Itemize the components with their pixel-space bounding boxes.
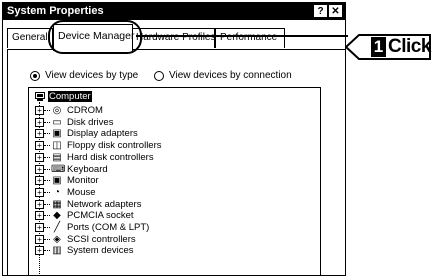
tree-item-label: Ports (COM & LPT) bbox=[67, 222, 150, 233]
tree-branch-line bbox=[44, 156, 50, 158]
tree-item-label: Keyboard bbox=[67, 163, 108, 175]
tree-branch-line bbox=[44, 215, 50, 217]
expand-icon[interactable]: + bbox=[35, 129, 44, 139]
device-manager-panel: View devices by type View devices by con… bbox=[7, 49, 345, 275]
window-title: System Properties bbox=[7, 5, 104, 17]
tab-hardware-profiles-label: Hardware Profiles bbox=[136, 32, 216, 43]
keyboard-icon: ⌨ bbox=[51, 163, 66, 175]
expand-icon[interactable]: + bbox=[35, 199, 44, 209]
help-button[interactable]: ? bbox=[314, 5, 327, 17]
tree-branch-line bbox=[44, 121, 50, 123]
tree-item-label: SCSI controllers bbox=[67, 233, 136, 245]
device-tree[interactable]: Computer + ◎ CDROM + ▭ Disk drives + ▣ Display a… bbox=[28, 87, 321, 275]
title-bar[interactable]: System Properties ? ✕ bbox=[3, 3, 345, 20]
expand-icon[interactable]: + bbox=[35, 106, 44, 115]
tree-item-label: CDROM bbox=[67, 105, 103, 116]
tab-performance[interactable]: Performance bbox=[215, 28, 285, 48]
radio-view-by-connection[interactable]: View devices by connection bbox=[154, 69, 292, 83]
tree-branch-line bbox=[44, 145, 50, 147]
disk-icon: ▭ bbox=[52, 116, 62, 128]
tree-item-label: Floppy disk controllers bbox=[67, 140, 162, 152]
tree-branch-line bbox=[44, 227, 50, 228]
tree-item-label: Mouse bbox=[67, 186, 96, 198]
tree-item-label: System devices bbox=[67, 245, 134, 257]
monitor-icon: ▣ bbox=[52, 128, 62, 140]
tab-performance-label: Performance bbox=[220, 32, 278, 43]
monitor-icon: ▣ bbox=[52, 175, 62, 187]
expand-icon[interactable]: + bbox=[35, 211, 44, 221]
tree-branch-line bbox=[44, 180, 50, 182]
computer-icon bbox=[35, 91, 45, 101]
callout-click-text: Click bbox=[388, 36, 431, 57]
expand-icon[interactable]: + bbox=[35, 152, 44, 162]
tab-general-label: General bbox=[12, 32, 48, 43]
expand-icon[interactable]: + bbox=[35, 246, 44, 256]
tree-branch-line bbox=[44, 168, 50, 170]
floppy-icon: ◫ bbox=[52, 140, 62, 152]
tree-item-label: Disk drives bbox=[67, 116, 114, 128]
tree-branch-line bbox=[44, 191, 50, 193]
tree-item-label: Hard disk controllers bbox=[67, 151, 154, 163]
expand-icon[interactable]: + bbox=[35, 141, 44, 151]
mouse-icon: ◔ bbox=[53, 186, 61, 198]
callout-click: 1 Click bbox=[346, 34, 432, 60]
callout-step-number: 1 bbox=[371, 37, 386, 57]
expand-icon[interactable]: + bbox=[35, 176, 44, 186]
tree-branch-line bbox=[44, 203, 50, 205]
radio-by-type-label: View devices by type bbox=[45, 70, 139, 81]
system-properties-dialog: System Properties ? ✕ General Hardware P… bbox=[2, 2, 346, 276]
scsi-icon: ◈ bbox=[53, 233, 61, 245]
radio-view-by-type[interactable]: View devices by type bbox=[30, 69, 138, 83]
harddisk-icon: ▤ bbox=[52, 151, 62, 163]
expand-icon[interactable]: + bbox=[35, 117, 44, 127]
tab-general[interactable]: General bbox=[7, 28, 53, 48]
port-icon: ╱ bbox=[53, 222, 61, 233]
expand-icon[interactable]: + bbox=[35, 223, 44, 232]
tree-branch-line bbox=[44, 110, 50, 111]
pcmcia-icon: ◆ bbox=[53, 210, 61, 222]
tree-item-label: Display adapters bbox=[67, 128, 138, 140]
radio-unselected-icon bbox=[154, 71, 164, 81]
tree-root-label: Computer bbox=[48, 91, 92, 102]
tab-strip: General Hardware Profiles Performance De… bbox=[7, 24, 345, 51]
tab-hardware-profiles[interactable]: Hardware Profiles bbox=[131, 28, 215, 48]
tree-root-computer[interactable]: Computer bbox=[35, 91, 92, 102]
expand-icon[interactable]: + bbox=[35, 187, 44, 197]
network-icon: ▦ bbox=[52, 198, 62, 210]
view-options: View devices by type View devices by con… bbox=[30, 69, 345, 83]
tab-device-manager-label: Device Manager bbox=[58, 30, 135, 42]
expand-icon[interactable]: + bbox=[35, 164, 44, 174]
tree-item-label: PCMCIA socket bbox=[67, 210, 134, 222]
callout-leader-line bbox=[136, 35, 348, 37]
radio-by-connection-label: View devices by connection bbox=[169, 70, 292, 81]
expand-icon[interactable]: + bbox=[35, 234, 44, 244]
tree-item-label: Monitor bbox=[67, 175, 99, 187]
radio-selected-icon bbox=[30, 71, 40, 81]
cd-icon: ◎ bbox=[52, 105, 62, 116]
tree-branch-line bbox=[44, 133, 50, 135]
tree-item-label: Network adapters bbox=[67, 198, 142, 210]
close-button[interactable]: ✕ bbox=[329, 5, 342, 17]
tree-branch-line bbox=[44, 250, 50, 252]
tree-branch-line bbox=[44, 238, 50, 240]
tab-device-manager[interactable]: Device Manager bbox=[53, 24, 135, 51]
system-icon: ▥ bbox=[52, 245, 62, 257]
